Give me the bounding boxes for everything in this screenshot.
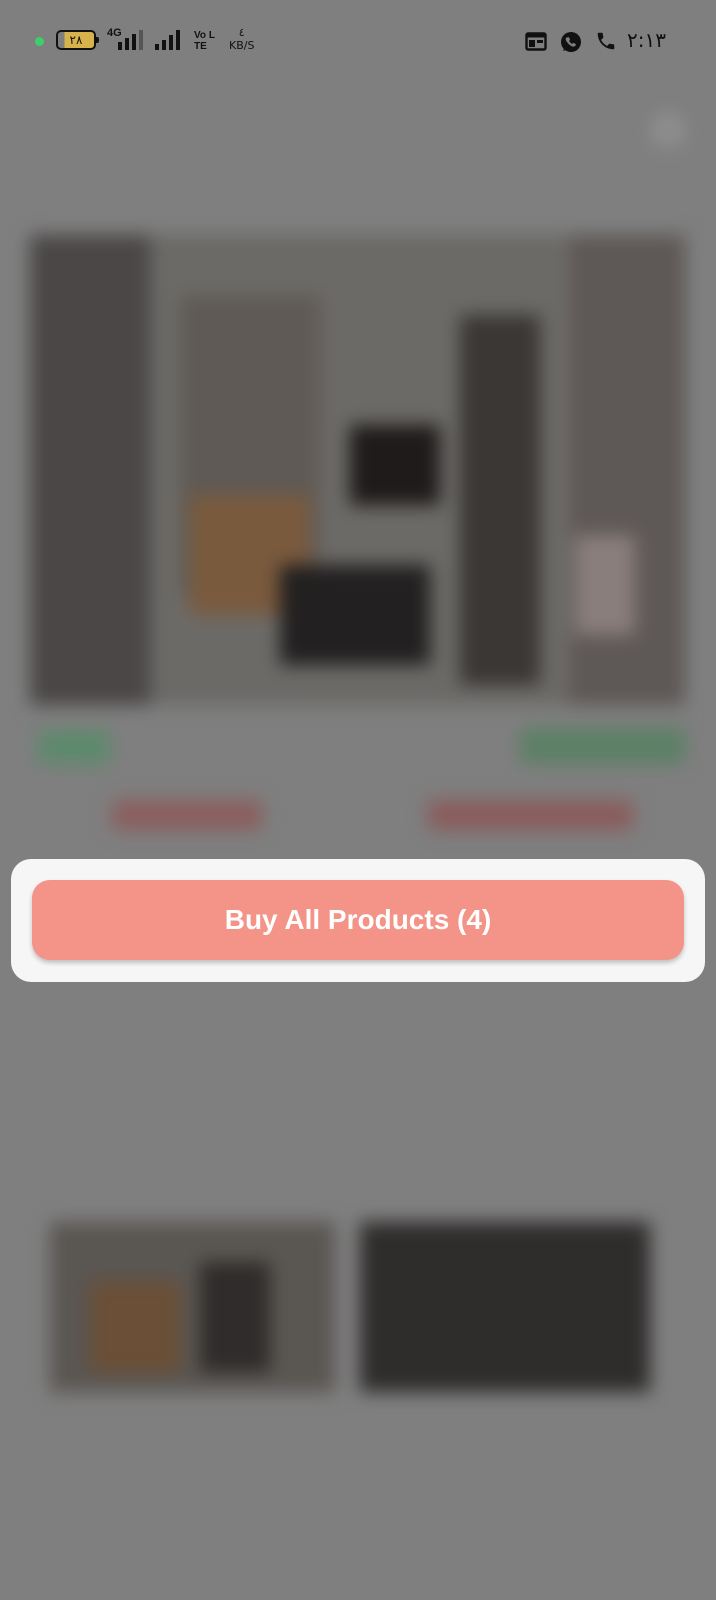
phone-call-icon bbox=[597, 32, 615, 50]
buy-all-products-button[interactable]: Buy All Products (4) bbox=[32, 880, 684, 960]
price-badge bbox=[520, 728, 685, 764]
buy-all-sheet: Buy All Products (4) bbox=[11, 859, 705, 982]
battery-level: ٢٨ bbox=[69, 33, 83, 47]
background-button-right bbox=[428, 800, 633, 830]
calendar-icon bbox=[525, 32, 547, 51]
volte-icon: Vo LTE bbox=[194, 30, 215, 52]
speed-value: ٤ bbox=[238, 26, 245, 39]
clock-time: ٢:١٣ bbox=[627, 28, 666, 52]
background-button-left bbox=[112, 800, 262, 830]
network-speed: ٤ KB/S bbox=[229, 26, 254, 52]
product-image bbox=[30, 235, 685, 705]
signal-sim1-icon bbox=[118, 30, 143, 50]
speed-unit: KB/S bbox=[229, 39, 255, 52]
close-icon bbox=[650, 112, 686, 148]
blurred-background-page bbox=[0, 0, 716, 1600]
whatsapp-icon bbox=[561, 32, 581, 52]
discount-badge bbox=[38, 730, 110, 764]
product-thumbnail bbox=[50, 1222, 335, 1392]
product-thumbnail bbox=[360, 1222, 650, 1392]
status-bar: ٢٨ 4G Vo LTE ٤ KB/S ٢:١٣ bbox=[0, 0, 716, 84]
screen: ٢٨ 4G Vo LTE ٤ KB/S ٢:١٣ Buy All Product… bbox=[0, 0, 716, 1600]
battery-icon: ٢٨ bbox=[56, 30, 99, 50]
signal-sim2-icon bbox=[155, 30, 180, 50]
notification-dot-icon bbox=[35, 37, 44, 46]
